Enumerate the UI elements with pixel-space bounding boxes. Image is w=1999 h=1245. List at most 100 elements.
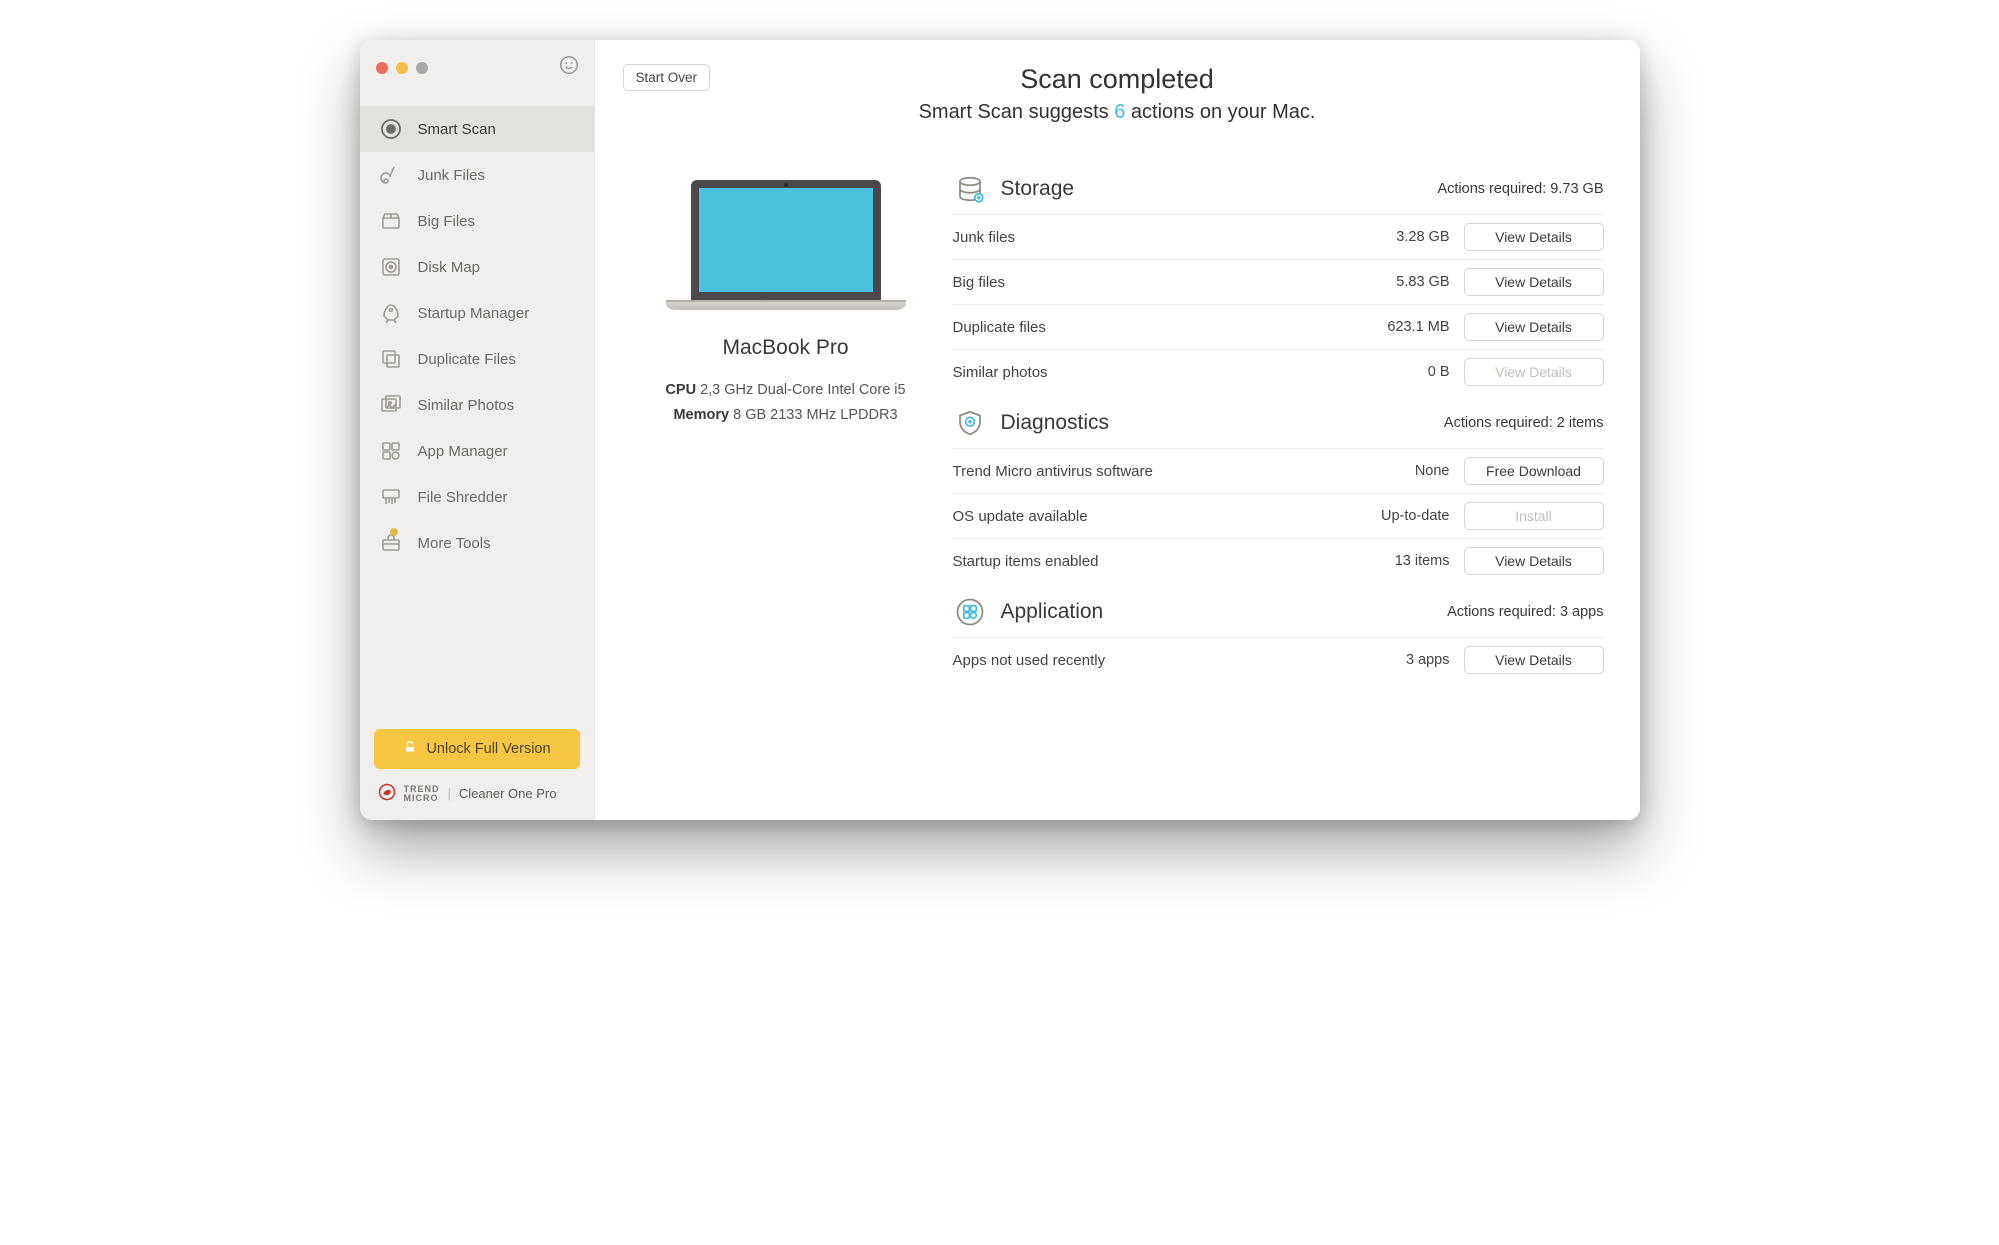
view-details-button[interactable]: View Details	[1464, 547, 1604, 575]
row-label: Apps not used recently	[953, 652, 1106, 669]
row-label: Big files	[953, 274, 1006, 291]
view-details-button[interactable]: View Details	[1464, 268, 1604, 296]
start-over-button[interactable]: Start Over	[623, 64, 711, 91]
shredder-icon	[378, 484, 404, 510]
device-specs: CPU 2,3 GHz Dual-Core Intel Core i5 Memo…	[665, 378, 905, 427]
row-label: Junk files	[953, 229, 1016, 246]
apps-icon	[378, 438, 404, 464]
memory-label: Memory	[673, 407, 729, 423]
result-row-similar-photos: Similar photos 0 B View Details	[953, 349, 1604, 394]
section-required: Actions required: 3 apps	[1447, 604, 1603, 620]
row-value: 13 items	[1380, 553, 1450, 569]
row-value: 0 B	[1380, 364, 1450, 380]
sidebar-item-label: More Tools	[418, 535, 491, 552]
section-required: Actions required: 9.73 GB	[1437, 181, 1603, 197]
rocket-icon	[378, 300, 404, 326]
page-title: Scan completed	[627, 64, 1608, 95]
sidebar-item-file-shredder[interactable]: File Shredder	[360, 474, 594, 520]
section-title: Storage	[1001, 177, 1075, 201]
notification-badge	[390, 528, 398, 536]
row-value: 3.28 GB	[1380, 229, 1450, 245]
sidebar-item-similar-photos[interactable]: Similar Photos	[360, 382, 594, 428]
sidebar-item-duplicate-files[interactable]: Duplicate Files	[360, 336, 594, 382]
application-icon	[953, 595, 987, 629]
sidebar-item-junk-files[interactable]: Junk Files	[360, 152, 594, 198]
row-label: Startup items enabled	[953, 553, 1099, 570]
diagnostics-icon	[953, 406, 987, 440]
sidebar-item-label: File Shredder	[418, 489, 508, 506]
sidebar-item-disk-map[interactable]: Disk Map	[360, 244, 594, 290]
brand-footer: TREND MICRO | Cleaner One Pro	[360, 783, 594, 820]
minimize-window-button[interactable]	[396, 62, 408, 74]
close-window-button[interactable]	[376, 62, 388, 74]
titlebar	[360, 40, 594, 92]
row-value: 3 apps	[1380, 652, 1450, 668]
window-controls	[376, 62, 428, 74]
section-title: Diagnostics	[1001, 411, 1110, 435]
result-row-unused-apps: Apps not used recently 3 apps View Detai…	[953, 637, 1604, 682]
box-icon	[378, 208, 404, 234]
sidebar-item-startup-manager[interactable]: Startup Manager	[360, 290, 594, 336]
sidebar-item-label: Duplicate Files	[418, 351, 516, 368]
sidebar-nav: Smart Scan Junk Files Big Files Disk Map	[360, 92, 594, 715]
free-download-button[interactable]: Free Download	[1464, 457, 1604, 485]
device-illustration	[661, 180, 911, 310]
content-area: MacBook Pro CPU 2,3 GHz Dual-Core Intel …	[595, 130, 1640, 820]
target-icon	[378, 116, 404, 142]
view-details-button[interactable]: View Details	[1464, 646, 1604, 674]
brand-separator: |	[448, 786, 451, 801]
result-row-os-update: OS update available Up-to-date Install	[953, 493, 1604, 538]
laptop-screen-icon	[691, 180, 881, 300]
section-head-storage: Storage Actions required: 9.73 GB	[953, 164, 1604, 214]
row-value: 5.83 GB	[1380, 274, 1450, 290]
sidebar-item-more-tools[interactable]: More Tools	[360, 520, 594, 566]
row-value: 623.1 MB	[1380, 319, 1450, 335]
sidebar-item-label: Startup Manager	[418, 305, 530, 322]
install-button: Install	[1464, 502, 1604, 530]
brand-product: Cleaner One Pro	[459, 786, 557, 801]
result-row-antivirus: Trend Micro antivirus software None Free…	[953, 448, 1604, 493]
sidebar-item-app-manager[interactable]: App Manager	[360, 428, 594, 474]
support-icon[interactable]	[558, 54, 580, 82]
view-details-button: View Details	[1464, 358, 1604, 386]
action-count: 6	[1114, 101, 1125, 123]
sidebar-item-big-files[interactable]: Big Files	[360, 198, 594, 244]
sidebar-item-label: Smart Scan	[418, 121, 496, 138]
result-row-duplicate-files: Duplicate files 623.1 MB View Details	[953, 304, 1604, 349]
sidebar-item-label: App Manager	[418, 443, 508, 460]
row-label: Duplicate files	[953, 319, 1046, 336]
fullscreen-window-button[interactable]	[416, 62, 428, 74]
row-value: Up-to-date	[1380, 508, 1450, 524]
results-pane: Storage Actions required: 9.73 GB Junk f…	[953, 154, 1604, 800]
result-row-junk-files: Junk files 3.28 GB View Details	[953, 214, 1604, 259]
device-name: MacBook Pro	[722, 336, 848, 360]
storage-icon	[953, 172, 987, 206]
cpu-value: 2,3 GHz Dual-Core Intel Core i5	[700, 382, 906, 398]
sidebar-item-label: Disk Map	[418, 259, 481, 276]
laptop-base-icon	[666, 300, 906, 310]
section-required: Actions required: 2 items	[1444, 415, 1604, 431]
brand-vendor-sub: MICRO	[404, 794, 440, 803]
result-row-big-files: Big files 5.83 GB View Details	[953, 259, 1604, 304]
page-subtitle: Smart Scan suggests 6 actions on your Ma…	[627, 101, 1608, 124]
row-label: OS update available	[953, 508, 1088, 525]
unlock-label: Unlock Full Version	[426, 741, 550, 757]
unlock-full-version-button[interactable]: Unlock Full Version	[374, 729, 580, 769]
row-value: None	[1380, 463, 1450, 479]
section-head-application: Application Actions required: 3 apps	[953, 587, 1604, 637]
result-row-startup-items: Startup items enabled 13 items View Deta…	[953, 538, 1604, 583]
vacuum-icon	[378, 162, 404, 188]
photos-icon	[378, 392, 404, 418]
main-header: Start Over Scan completed Smart Scan sug…	[595, 40, 1640, 130]
view-details-button[interactable]: View Details	[1464, 223, 1604, 251]
sidebar-item-smart-scan[interactable]: Smart Scan	[360, 106, 594, 152]
view-details-button[interactable]: View Details	[1464, 313, 1604, 341]
header-center: Scan completed Smart Scan suggests 6 act…	[627, 58, 1608, 124]
device-pane: MacBook Pro CPU 2,3 GHz Dual-Core Intel …	[631, 154, 941, 800]
row-label: Trend Micro antivirus software	[953, 463, 1153, 480]
trend-micro-logo-icon	[378, 783, 396, 804]
section-head-diagnostics: Diagnostics Actions required: 2 items	[953, 398, 1604, 448]
duplicate-icon	[378, 346, 404, 372]
sidebar-item-label: Junk Files	[418, 167, 486, 184]
app-window: Smart Scan Junk Files Big Files Disk Map	[360, 40, 1640, 820]
